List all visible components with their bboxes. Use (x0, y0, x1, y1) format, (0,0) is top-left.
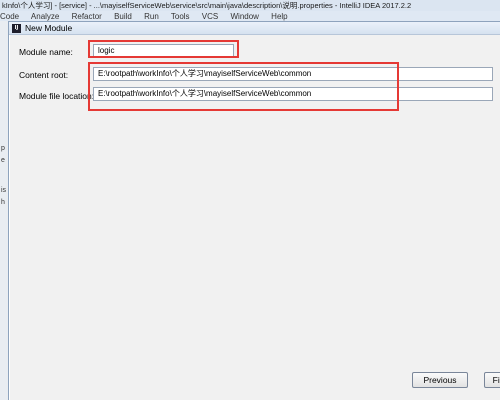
menu-build[interactable]: Build (114, 12, 132, 21)
screen: kInfo\个人学习] - [service] - ...\mayiselfSe… (0, 0, 500, 400)
menu-refactor[interactable]: Refactor (72, 12, 102, 21)
menu-run[interactable]: Run (144, 12, 159, 21)
menu-tools[interactable]: Tools (171, 12, 190, 21)
ide-menubar: Code Analyze Refactor Build Run Tools VC… (0, 11, 500, 21)
menu-analyze[interactable]: Analyze (31, 12, 59, 21)
panel-text-fragment: h (1, 199, 5, 206)
panel-text-fragment: p (1, 145, 5, 152)
panel-text-fragment: e (1, 157, 5, 164)
finish-button[interactable]: Finish (484, 372, 500, 388)
previous-button[interactable]: Previous (412, 372, 468, 388)
module-file-location-label: Module file location: (19, 91, 95, 101)
menu-code[interactable]: Code (0, 12, 19, 21)
ide-window-title: kInfo\个人学习] - [service] - ...\mayiselfSe… (0, 0, 500, 11)
intellij-app-icon: IJ (12, 24, 21, 33)
highlight-box-paths (88, 62, 399, 111)
panel-text-fragment: is (1, 187, 7, 194)
module-name-label: Module name: (19, 47, 73, 57)
highlight-box-module-name (88, 40, 239, 58)
content-root-label: Content root: (19, 70, 69, 80)
dialog-titlebar[interactable]: IJ New Module (9, 22, 500, 35)
dialog-title: New Module (25, 23, 73, 33)
menu-vcs[interactable]: VCS (202, 12, 218, 21)
menu-help[interactable]: Help (271, 12, 287, 21)
menu-window[interactable]: Window (230, 12, 258, 21)
